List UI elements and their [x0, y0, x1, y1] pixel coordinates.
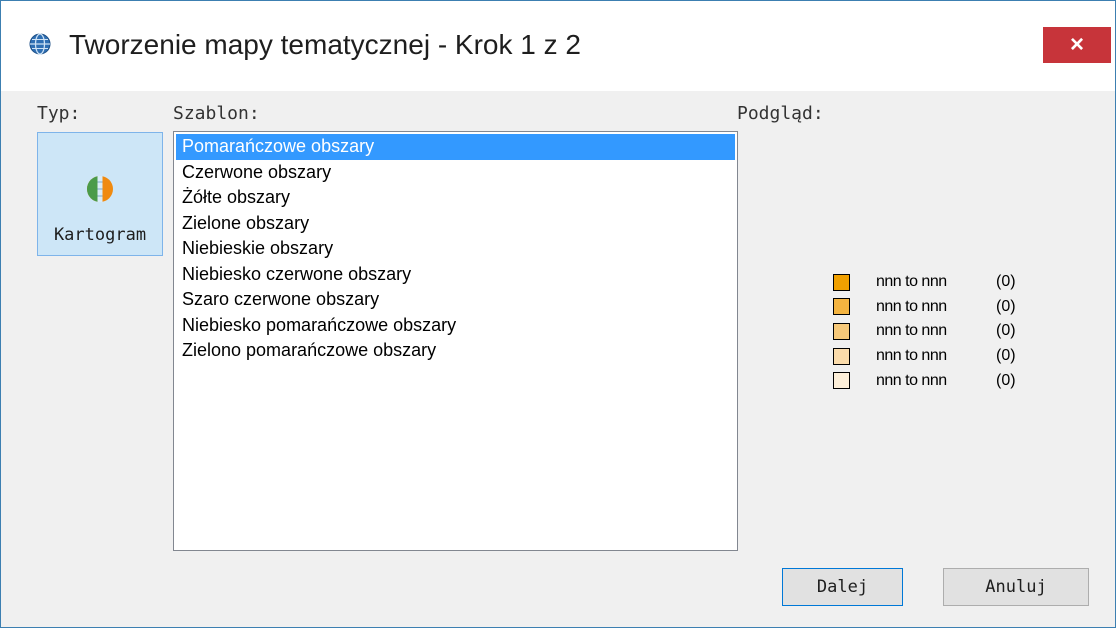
close-button[interactable]: ×	[1043, 27, 1111, 63]
list-item[interactable]: Zielono pomarańczowe obszary	[176, 338, 735, 364]
list-item[interactable]: Niebiesko czerwone obszary	[176, 262, 735, 288]
legend-row: nnn to nnn (0)	[833, 319, 1016, 344]
dialog-window: Tworzenie mapy tematycznej - Krok 1 z 2 …	[0, 0, 1116, 628]
type-label: Typ:	[37, 103, 81, 124]
legend-swatch	[833, 273, 850, 291]
legend-swatch	[833, 347, 850, 365]
legend-count: (0)	[996, 322, 1016, 340]
legend-range: nnn to nnn	[876, 371, 947, 389]
type-button-label: Kartogram	[53, 225, 147, 245]
list-item[interactable]: Niebiesko pomarańczowe obszary	[176, 313, 735, 339]
legend-row: nnn to nnn (0)	[833, 368, 1016, 393]
legend-range: nnn to nnn	[876, 273, 947, 291]
legend-range: nnn to nnn	[876, 297, 947, 315]
type-button-kartogram[interactable]: Kartogram	[37, 132, 163, 256]
legend-row: nnn to nnn (0)	[833, 344, 1016, 369]
preview-legend: nnn to nnn (0) nnn to nnn (0) nnn to nnn (0) n…	[833, 270, 1016, 393]
globe-region-icon	[87, 176, 113, 202]
legend-swatch	[833, 322, 850, 340]
legend-count: (0)	[996, 371, 1016, 389]
list-item[interactable]: Żółte obszary	[176, 185, 735, 211]
template-listbox[interactable]: Pomarańczowe obszary Czerwone obszary Żółt…	[173, 131, 738, 551]
legend-count: (0)	[996, 347, 1016, 365]
dialog-body: Typ: Szablon: Podgląd: Kartogram Pomarań…	[1, 91, 1115, 627]
legend-row: nnn to nnn (0)	[833, 295, 1016, 320]
window-title: Tworzenie mapy tematycznej - Krok 1 z 2	[69, 29, 581, 60]
legend-range: nnn to nnn	[876, 322, 947, 340]
list-item[interactable]: Szaro czerwone obszary	[176, 287, 735, 313]
legend-count: (0)	[996, 273, 1016, 291]
close-icon: ×	[1069, 31, 1084, 58]
next-button-label: Dalej	[816, 577, 869, 597]
preview-label: Podgląd:	[737, 103, 824, 124]
legend-count: (0)	[996, 297, 1016, 315]
legend-swatch	[833, 298, 850, 316]
list-item[interactable]: Pomarańczowe obszary	[176, 134, 735, 160]
list-item[interactable]: Niebieskie obszary	[176, 236, 735, 262]
legend-range: nnn to nnn	[876, 347, 947, 365]
legend-row: nnn to nnn (0)	[833, 270, 1016, 295]
cancel-button-label: Anuluj	[985, 577, 1047, 597]
title-bar[interactable]: Tworzenie mapy tematycznej - Krok 1 z 2 …	[1, 1, 1115, 91]
legend-swatch	[833, 372, 850, 390]
next-button[interactable]: Dalej	[782, 568, 903, 606]
cancel-button[interactable]: Anuluj	[943, 568, 1089, 606]
template-label: Szablon:	[173, 103, 260, 124]
list-item[interactable]: Zielone obszary	[176, 211, 735, 237]
list-item[interactable]: Czerwone obszary	[176, 160, 735, 186]
globe-icon	[29, 33, 51, 55]
